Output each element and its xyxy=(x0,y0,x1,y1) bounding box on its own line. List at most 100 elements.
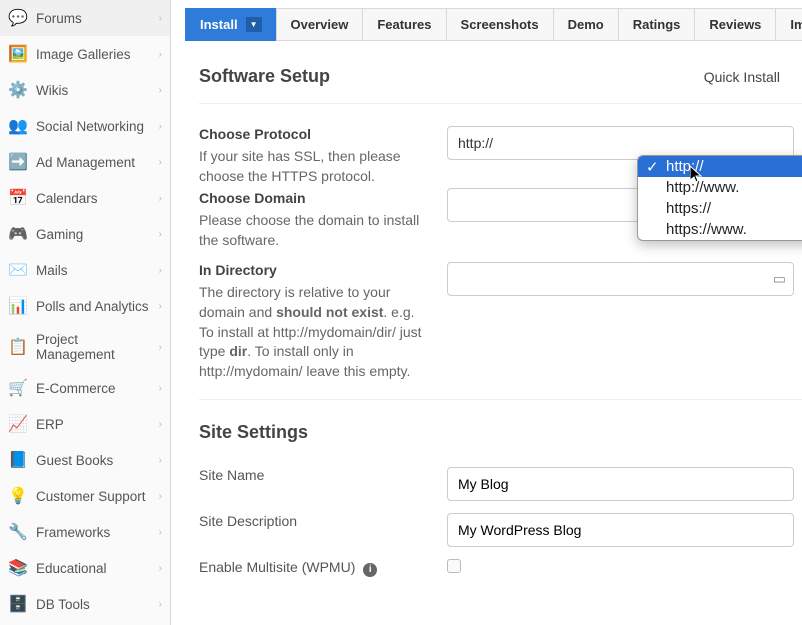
mail-icon: ✉️ xyxy=(8,260,28,280)
dropdown-option-https[interactable]: https:// xyxy=(638,198,802,219)
chevron-down-icon[interactable]: ▼ xyxy=(246,17,262,32)
lightbulb-icon: 💡 xyxy=(8,486,28,506)
sidebar-item-label: Calendars xyxy=(36,191,159,206)
domain-label: Choose Domain xyxy=(199,190,429,206)
sidebar-item-erp[interactable]: 📈 ERP › xyxy=(0,406,170,442)
sidebar-item-customer-support[interactable]: 💡 Customer Support › xyxy=(0,478,170,514)
sidebar-item-label: Image Galleries xyxy=(36,47,159,62)
cart-icon: 🛒 xyxy=(8,378,28,398)
sidebar-item-image-galleries[interactable]: 🖼️ Image Galleries › xyxy=(0,36,170,72)
site-settings-title: Site Settings xyxy=(199,422,802,443)
sidebar-item-social-networking[interactable]: 👥 Social Networking › xyxy=(0,108,170,144)
sidebar-item-forums[interactable]: 💬 Forums › xyxy=(0,0,170,36)
sidebar-item-label: Frameworks xyxy=(36,525,159,540)
sidebar-item-project-management[interactable]: 📋 Project Management › xyxy=(0,324,170,370)
pie-chart-icon: 📊 xyxy=(8,296,28,316)
sidebar-item-e-commerce[interactable]: 🛒 E-Commerce › xyxy=(0,370,170,406)
sidebar-item-wikis[interactable]: ⚙️ Wikis › xyxy=(0,72,170,108)
sidebar-item-label: Social Networking xyxy=(36,119,159,134)
site-description-input[interactable] xyxy=(447,513,794,547)
sidebar-item-gaming[interactable]: 🎮 Gaming › xyxy=(0,216,170,252)
chevron-right-icon: › xyxy=(159,599,162,610)
info-icon[interactable]: i xyxy=(363,563,377,577)
chevron-right-icon: › xyxy=(159,13,162,24)
chevron-right-icon: › xyxy=(159,342,162,353)
section-title: Software Setup xyxy=(199,66,330,87)
directory-input[interactable] xyxy=(447,262,794,296)
chevron-right-icon: › xyxy=(159,419,162,430)
tab-bar: Install ▼ Overview Features Screenshots … xyxy=(185,8,802,41)
protocol-label: Choose Protocol xyxy=(199,126,429,142)
sidebar-item-label: Ad Management xyxy=(36,155,159,170)
image-icon: 🖼️ xyxy=(8,44,28,64)
site-description-label: Site Description xyxy=(199,513,429,529)
dropdown-option-http[interactable]: ✓ http:// xyxy=(638,156,802,177)
sidebar-item-label: Gaming xyxy=(36,227,159,242)
sidebar-item-ad-management[interactable]: ➡️ Ad Management › xyxy=(0,144,170,180)
tab-ratings[interactable]: Ratings xyxy=(618,8,696,41)
sidebar-item-db-tools[interactable]: 🗄️ DB Tools › xyxy=(0,586,170,622)
sidebar-item-label: Guest Books xyxy=(36,453,159,468)
calendar-icon: 📅 xyxy=(8,188,28,208)
chevron-right-icon: › xyxy=(159,265,162,276)
sidebar-item-frameworks[interactable]: 🔧 Frameworks › xyxy=(0,514,170,550)
chevron-right-icon: › xyxy=(159,229,162,240)
sidebar-item-mails[interactable]: ✉️ Mails › xyxy=(0,252,170,288)
sidebar-item-label: Mails xyxy=(36,263,159,278)
sidebar: 💬 Forums › 🖼️ Image Galleries › ⚙️ Wikis… xyxy=(0,0,171,625)
sidebar-item-label: DB Tools xyxy=(36,597,159,612)
database-icon: 🗄️ xyxy=(8,594,28,614)
protocol-dropdown-popup: ✓ http:// http://www. https:// https://w… xyxy=(637,155,802,241)
sidebar-item-calendars[interactable]: 📅 Calendars › xyxy=(0,180,170,216)
main-panel: Install ▼ Overview Features Screenshots … xyxy=(171,0,802,625)
tab-features[interactable]: Features xyxy=(362,8,446,41)
chevron-right-icon: › xyxy=(159,121,162,132)
tab-overview[interactable]: Overview xyxy=(276,8,364,41)
divider xyxy=(199,399,802,400)
sidebar-item-label: Wikis xyxy=(36,83,159,98)
tab-label: Install xyxy=(200,17,238,32)
directory-hint: The directory is relative to your domain… xyxy=(199,283,429,381)
chevron-right-icon: › xyxy=(159,301,162,312)
sidebar-item-label: Forums xyxy=(36,11,159,26)
sidebar-item-label: E-Commerce xyxy=(36,381,159,396)
dropdown-option-https-www[interactable]: https://www. xyxy=(638,219,802,240)
tab-install[interactable]: Install ▼ xyxy=(185,8,277,41)
site-description-row: Site Description xyxy=(199,513,802,547)
chevron-right-icon: › xyxy=(159,49,162,60)
book-icon: 📘 xyxy=(8,450,28,470)
mouse-cursor-icon xyxy=(690,166,704,187)
chat-icon: 💬 xyxy=(8,8,28,28)
chevron-right-icon: › xyxy=(159,383,162,394)
sidebar-item-label: ERP xyxy=(36,417,159,432)
tab-import[interactable]: Import xyxy=(775,8,802,41)
chevron-right-icon: › xyxy=(159,193,162,204)
quick-install-link[interactable]: Quick Install xyxy=(704,69,780,85)
sidebar-item-label: Polls and Analytics xyxy=(36,299,159,314)
sidebar-item-polls-analytics[interactable]: 📊 Polls and Analytics › xyxy=(0,288,170,324)
multisite-label: Enable Multisite (WPMU) xyxy=(199,559,355,575)
books-icon: 📚 xyxy=(8,558,28,578)
chevron-right-icon: › xyxy=(159,157,162,168)
bar-chart-icon: 📈 xyxy=(8,414,28,434)
tab-reviews[interactable]: Reviews xyxy=(694,8,776,41)
tab-demo[interactable]: Demo xyxy=(553,8,619,41)
software-setup-header: Software Setup Quick Install xyxy=(199,66,802,104)
people-icon: 👥 xyxy=(8,116,28,136)
gamepad-icon: 🎮 xyxy=(8,224,28,244)
chevron-right-icon: › xyxy=(159,455,162,466)
site-name-label: Site Name xyxy=(199,467,429,483)
chevron-right-icon: › xyxy=(159,85,162,96)
check-icon: ✓ xyxy=(646,158,659,176)
protocol-selected-value: http:// xyxy=(458,135,493,151)
sidebar-item-guest-books[interactable]: 📘 Guest Books › xyxy=(0,442,170,478)
protocol-hint: If your site has SSL, then please choose… xyxy=(199,147,429,186)
chevron-right-icon: › xyxy=(159,527,162,538)
sidebar-item-educational[interactable]: 📚 Educational › xyxy=(0,550,170,586)
multisite-checkbox[interactable] xyxy=(447,559,461,573)
site-name-input[interactable] xyxy=(447,467,794,501)
tab-screenshots[interactable]: Screenshots xyxy=(446,8,554,41)
content-area: Software Setup Quick Install Choose Prot… xyxy=(171,41,802,577)
dropdown-option-http-www[interactable]: http://www. xyxy=(638,177,802,198)
directory-row: In Directory The directory is relative t… xyxy=(199,262,802,381)
